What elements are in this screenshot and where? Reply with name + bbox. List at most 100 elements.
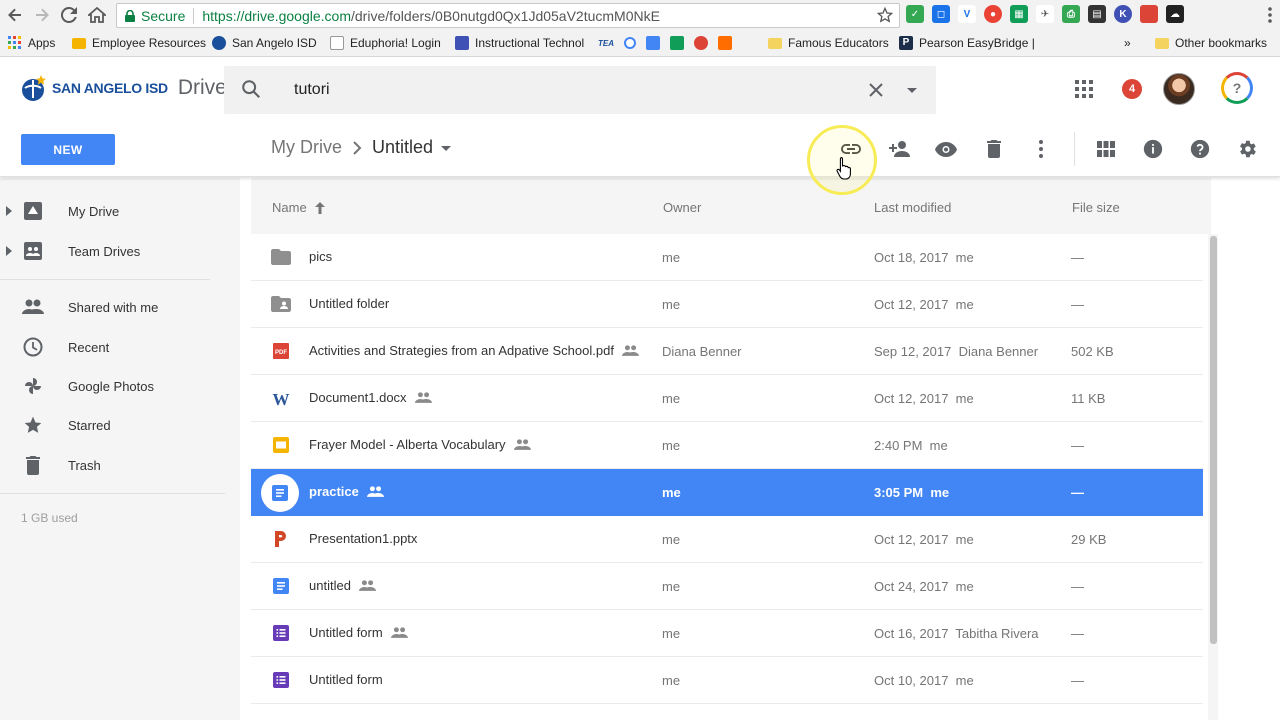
bookmark-apps[interactable]: Apps [8,36,55,50]
forward-button[interactable] [31,4,53,26]
bookmarks-overflow[interactable]: » [1124,36,1131,50]
column-owner[interactable]: Owner [663,200,701,215]
extension-icon[interactable]: ▤ [1088,5,1106,23]
breadcrumb-my-drive[interactable]: My Drive [271,137,342,158]
expand-arrow-icon[interactable] [6,206,12,216]
storage-used[interactable]: 1 GB used [21,511,78,525]
new-button[interactable]: NEW [21,134,115,165]
table-row[interactable]: practice me 3:05 PM me — [251,469,1203,516]
more-actions-button[interactable] [1029,137,1053,161]
support-icon[interactable]: ? [1221,72,1253,104]
sidebar-item-google-photos[interactable]: Google Photos [0,368,240,404]
sidebar-item-my-drive[interactable]: My Drive [0,193,240,229]
file-owner: me [662,438,681,453]
reload-button[interactable] [58,4,80,26]
chevron-down-icon[interactable] [439,141,453,155]
shared-people-icon [513,439,531,450]
table-row[interactable]: Frayer Model - Alberta Vocabulary me 2:40 … [251,422,1203,469]
search-options-dropdown-icon[interactable] [900,78,924,102]
table-row[interactable]: Presentation1.pptx me Oct 12, 2017 me 29 KB [251,516,1203,563]
drive-logo[interactable]: SAN ANGELO ISD Drive [20,74,227,102]
column-label: Name [272,200,307,215]
site-icon[interactable] [718,36,732,50]
logo-text: SAN ANGELO ISD [52,80,168,96]
expand-arrow-icon[interactable] [6,246,12,256]
file-owner: me [662,626,681,641]
settings-button[interactable] [1235,137,1259,161]
file-size: — [1071,579,1084,594]
folder-icon [768,37,782,49]
site-icon[interactable] [670,36,684,50]
file-name: Untitled form [309,672,383,687]
table-row[interactable]: Untitled folder me Oct 12, 2017 me — [251,281,1203,328]
table-row[interactable]: W Document1.docx me Oct 12, 2017 me 11 KB [251,375,1203,422]
column-name[interactable]: Name [272,200,327,215]
star-site-icon[interactable] [646,36,660,50]
view-details-button[interactable] [1141,137,1165,161]
table-row[interactable]: PDF Activities and Strategies from an Adp… [251,328,1203,375]
bookmark-eduphoria[interactable]: Eduphoria! Login [330,36,441,50]
bookmark-san-angelo-isd[interactable]: San Angelo ISD [212,36,317,50]
bookmark-label: Other bookmarks [1175,36,1268,50]
file-size: — [1071,485,1084,500]
drive-icon [22,201,44,221]
avatar[interactable] [1163,73,1195,105]
search-icon[interactable] [240,78,262,100]
remove-button[interactable] [982,137,1006,161]
file-last-modified: Oct 16, 2017 Tabitha Rivera [874,626,1039,641]
bookmark-instructional-tech[interactable]: Instructional Technol [455,36,584,50]
extension-icon[interactable]: ⎙ [1062,5,1080,23]
extension-icon[interactable]: ✓ [906,5,924,23]
back-button[interactable] [4,4,26,26]
table-row[interactable]: Untitled form me Oct 16, 2017 Tabitha Rive… [251,610,1203,657]
bookmark-famous-educators[interactable]: Famous Educators [768,36,889,50]
table-row[interactable]: pics me Oct 18, 2017 me — [251,234,1203,281]
sidebar-item-team-drives[interactable]: Team Drives [0,233,240,269]
help-button[interactable] [1188,137,1212,161]
extension-icon[interactable]: ✈ [1036,5,1054,23]
bookmark-other[interactable]: Other bookmarks [1155,36,1267,50]
google-apps-icon[interactable] [1074,79,1094,99]
file-name: pics [309,249,332,264]
extension-icon[interactable]: ◻ [932,5,950,23]
sort-arrow-up-icon[interactable] [313,201,327,215]
sidebar-item-shared-with-me[interactable]: Shared with me [0,289,240,325]
extension-icon[interactable]: K [1114,5,1132,23]
extension-icon[interactable]: V [958,5,976,23]
column-file-size[interactable]: File size [1072,200,1120,215]
site-icon[interactable] [624,37,636,49]
scrollbar-thumb[interactable] [1210,236,1217,644]
breadcrumb-current-folder[interactable]: Untitled [372,137,433,158]
home-button[interactable] [86,4,108,26]
chrome-menu-icon[interactable] [1268,7,1272,23]
search-input[interactable] [294,78,854,102]
browser-toolbar: Secure https://drive.google.com/drive/fo… [0,0,1280,31]
notifications-badge[interactable]: 4 [1122,79,1142,99]
preview-button[interactable] [934,137,958,161]
sidebar-item-starred[interactable]: Starred [0,407,240,443]
bookmark-employee-resources[interactable]: Employee Resources [72,36,206,50]
sidebar-item-trash[interactable]: Trash [0,447,240,483]
close-icon[interactable] [864,78,888,102]
sidebar-item-recent[interactable]: Recent [0,329,240,365]
bookmark-label: Pearson EasyBridge | [919,36,1035,50]
bookmark-star-icon[interactable] [876,6,894,26]
bookmark-pearson[interactable]: P Pearson EasyBridge | [899,36,1035,50]
extension-icon[interactable] [1140,5,1158,23]
forward-arrow-icon [36,8,49,22]
people-icon [22,297,44,317]
extension-icon[interactable]: ☁ [1166,5,1184,23]
share-button[interactable] [887,137,911,161]
secure-label: Secure [141,7,186,24]
table-row[interactable]: untitled me Oct 24, 2017 me — [251,563,1203,610]
file-name-text: Activities and Strategies from an Adpati… [309,343,614,358]
extension-icon[interactable]: ▦ [1010,5,1028,23]
column-last-modified[interactable]: Last modified [874,200,951,215]
google-plus-icon[interactable] [694,36,708,50]
tea-icon[interactable]: TEA [598,39,614,48]
table-row[interactable]: Untitled form me Oct 10, 2017 me — [251,657,1203,704]
address-bar[interactable]: Secure https://drive.google.com/drive/fo… [116,3,900,28]
grid-view-button[interactable] [1094,137,1118,161]
extension-icon[interactable]: ● [984,5,1002,23]
doc-file-icon [271,576,291,596]
